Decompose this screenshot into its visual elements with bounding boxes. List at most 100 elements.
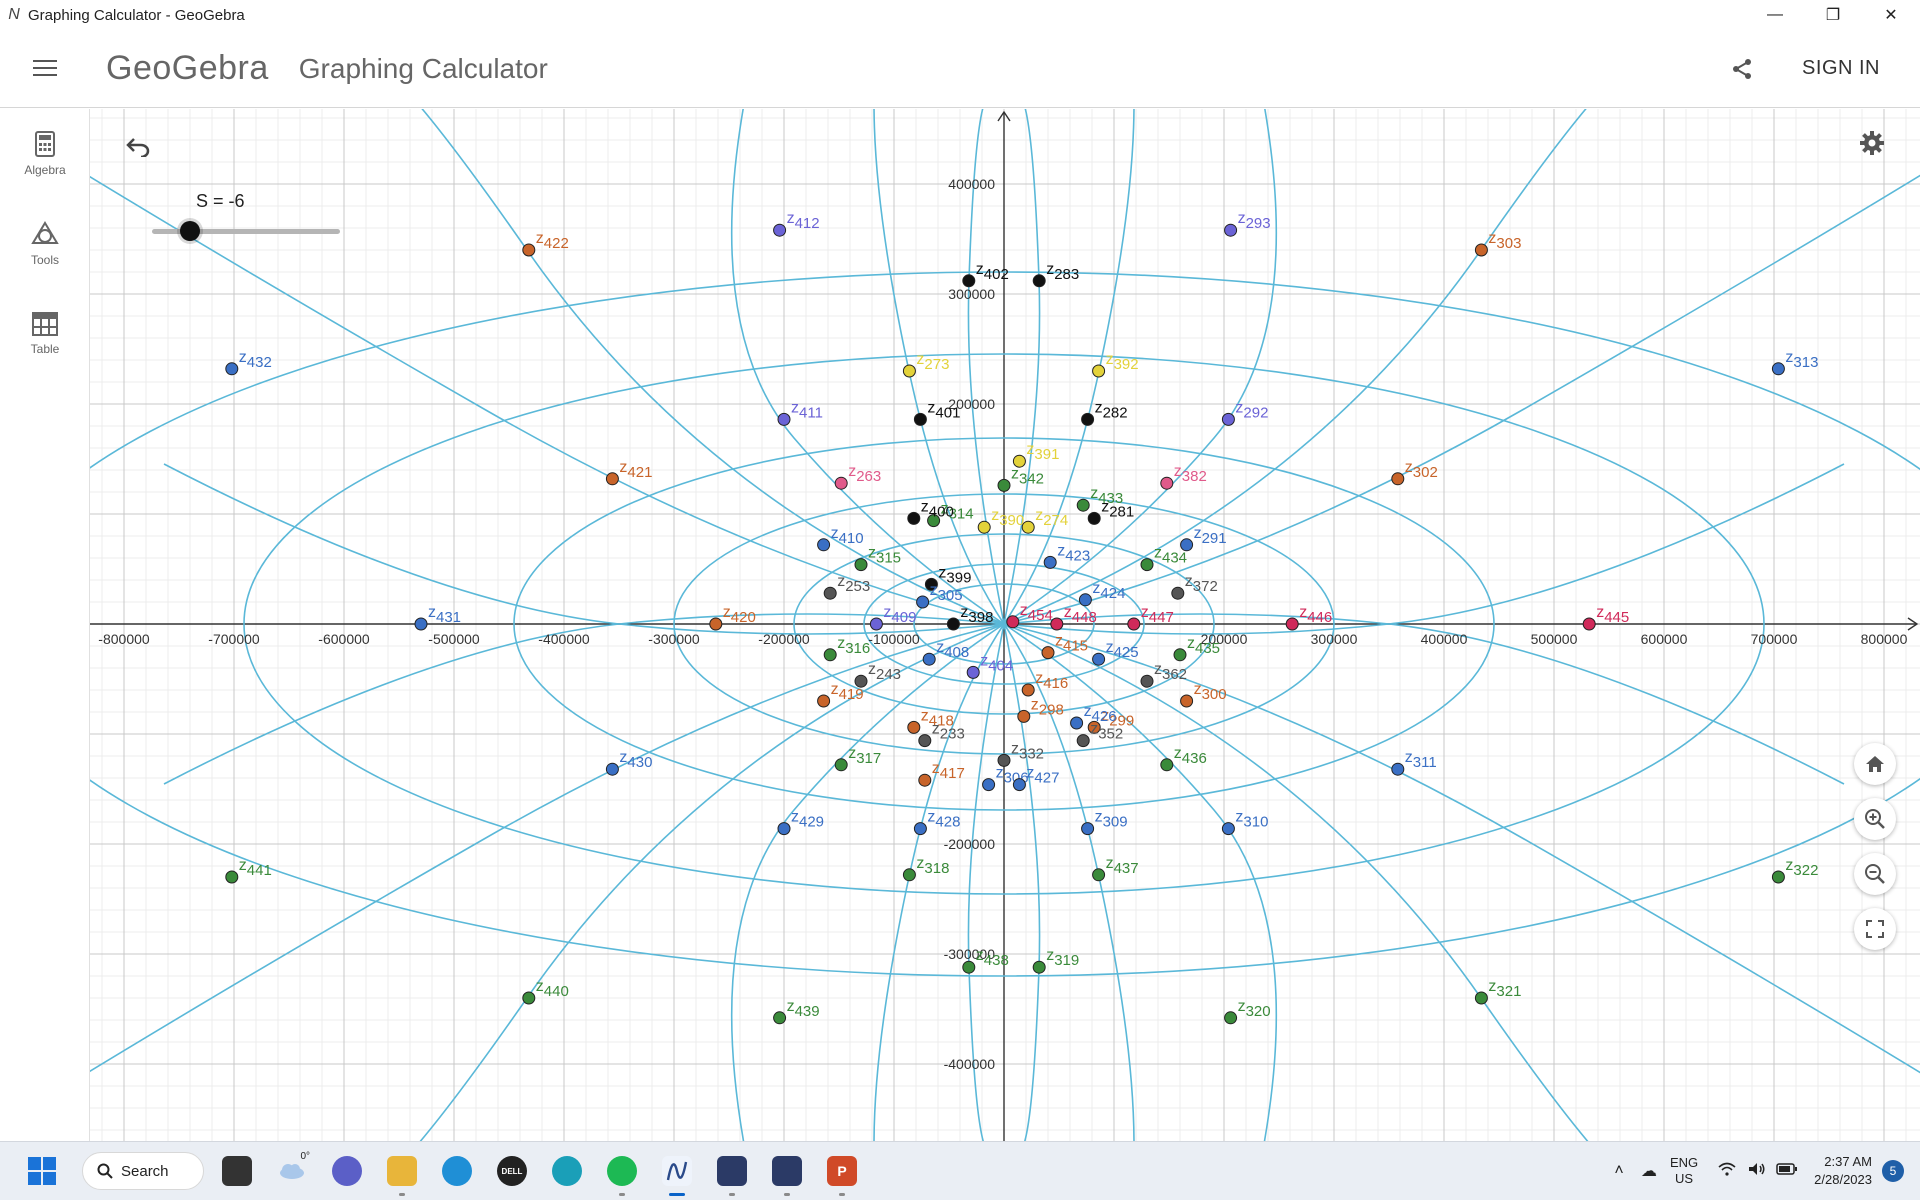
- point-marker[interactable]: [1050, 617, 1064, 631]
- taskbar-app-folder[interactable]: [380, 1149, 424, 1196]
- sidebar-item-algebra[interactable]: Algebra: [0, 109, 90, 199]
- point-marker[interactable]: [1092, 868, 1106, 882]
- taskbar-search[interactable]: Search: [82, 1152, 204, 1190]
- point-marker[interactable]: [1041, 646, 1055, 660]
- point-marker[interactable]: [1771, 362, 1785, 376]
- point-marker[interactable]: [817, 694, 831, 708]
- sidebar-item-table[interactable]: Table: [0, 289, 90, 379]
- notification-badge[interactable]: 5: [1882, 1160, 1904, 1182]
- point-marker[interactable]: [823, 586, 837, 600]
- point-marker[interactable]: [1140, 558, 1154, 572]
- point-marker[interactable]: [1180, 694, 1194, 708]
- graph-canvas[interactable]: -800000 -700000 -600000 -500000 -400000 -3000…: [90, 109, 1920, 1141]
- point-marker[interactable]: [1070, 716, 1084, 730]
- point-marker[interactable]: [918, 773, 932, 787]
- point-marker[interactable]: [1081, 822, 1095, 836]
- point-marker[interactable]: [1391, 762, 1405, 776]
- taskbar-weather[interactable]: 0°: [270, 1149, 314, 1193]
- point-marker[interactable]: [1140, 674, 1154, 688]
- undo-button[interactable]: [120, 129, 156, 165]
- point-marker[interactable]: [913, 412, 927, 426]
- point-marker[interactable]: [854, 558, 868, 572]
- point-marker[interactable]: [962, 274, 976, 288]
- taskbar-app-teams[interactable]: [325, 1149, 369, 1193]
- wifi-icon[interactable]: [1712, 1162, 1742, 1181]
- taskbar-app-file-manager[interactable]: [215, 1149, 259, 1193]
- slider-s[interactable]: S = -6: [152, 191, 352, 241]
- point-marker[interactable]: [834, 476, 848, 490]
- point-marker[interactable]: [1221, 822, 1235, 836]
- point-marker[interactable]: [1017, 709, 1031, 723]
- point-marker[interactable]: [962, 960, 976, 974]
- point-marker[interactable]: [1160, 476, 1174, 490]
- point-marker[interactable]: [902, 364, 916, 378]
- point-marker[interactable]: [522, 991, 536, 1005]
- point-marker[interactable]: [1087, 511, 1101, 525]
- point-marker[interactable]: [1032, 274, 1046, 288]
- point-marker[interactable]: [922, 652, 936, 666]
- point-marker[interactable]: [1771, 870, 1785, 884]
- point-marker[interactable]: [1012, 778, 1026, 792]
- point-marker[interactable]: [902, 868, 916, 882]
- close-window-button[interactable]: ✕: [1862, 0, 1920, 30]
- point-marker[interactable]: [522, 243, 536, 257]
- point-marker[interactable]: [605, 472, 619, 486]
- point-marker[interactable]: [1171, 586, 1185, 600]
- point-marker[interactable]: [709, 617, 723, 631]
- point-marker[interactable]: [777, 822, 791, 836]
- taskbar-app-app-dark[interactable]: [710, 1149, 754, 1196]
- point-marker[interactable]: [1092, 652, 1106, 666]
- point-marker[interactable]: [982, 778, 996, 792]
- taskbar-app-geogebra[interactable]: [655, 1149, 699, 1196]
- point-marker[interactable]: [1076, 734, 1090, 748]
- point-marker[interactable]: [1021, 520, 1035, 534]
- restore-button[interactable]: ❐: [1804, 0, 1862, 30]
- geogebra-logo[interactable]: GeoGebra: [106, 49, 269, 88]
- language-indicator[interactable]: ENG US: [1670, 1155, 1698, 1187]
- point-marker[interactable]: [1127, 617, 1141, 631]
- point-marker[interactable]: [1081, 412, 1095, 426]
- point-marker[interactable]: [997, 478, 1011, 492]
- point-marker[interactable]: [913, 822, 927, 836]
- point-marker[interactable]: [916, 595, 930, 609]
- point-marker[interactable]: [777, 412, 791, 426]
- menu-button[interactable]: [0, 30, 90, 108]
- zoom-in-button[interactable]: [1854, 798, 1896, 840]
- graphics-settings-button[interactable]: [1854, 125, 1890, 161]
- taskbar-app-circle-app[interactable]: [545, 1149, 589, 1193]
- battery-icon[interactable]: [1772, 1162, 1802, 1180]
- taskbar-app-powerpoint[interactable]: P: [820, 1149, 864, 1196]
- point-marker[interactable]: [966, 665, 980, 679]
- point-marker[interactable]: [1474, 243, 1488, 257]
- point-marker[interactable]: [977, 520, 991, 534]
- point-marker[interactable]: [1221, 412, 1235, 426]
- point-marker[interactable]: [1224, 223, 1238, 237]
- start-button[interactable]: [20, 1149, 64, 1193]
- sidebar-item-tools[interactable]: Tools: [0, 199, 90, 289]
- point-marker[interactable]: [918, 734, 932, 748]
- fullscreen-button[interactable]: [1854, 908, 1896, 950]
- graphics-view[interactable]: -800000 -700000 -600000 -500000 -400000 -3000…: [90, 109, 1920, 1141]
- chevron-up-icon[interactable]: ˄: [1604, 1162, 1634, 1180]
- point-marker[interactable]: [1173, 648, 1187, 662]
- point-marker[interactable]: [1021, 683, 1035, 697]
- point-marker[interactable]: [834, 758, 848, 772]
- point-marker[interactable]: [1391, 472, 1405, 486]
- slider-handle[interactable]: [179, 221, 200, 241]
- point-marker[interactable]: [773, 1011, 787, 1025]
- point-marker[interactable]: [1076, 498, 1090, 512]
- sign-in-button[interactable]: SIGN IN: [1802, 57, 1880, 80]
- share-button[interactable]: [1712, 39, 1772, 99]
- point-marker[interactable]: [225, 362, 239, 376]
- point-marker[interactable]: [414, 617, 428, 631]
- home-view-button[interactable]: [1854, 743, 1896, 785]
- point-marker[interactable]: [1043, 555, 1057, 569]
- point-marker[interactable]: [1078, 593, 1092, 607]
- point-marker[interactable]: [817, 538, 831, 552]
- point-marker[interactable]: [1285, 617, 1299, 631]
- taskbar-app-edge[interactable]: [435, 1149, 479, 1193]
- point-marker[interactable]: [946, 617, 960, 631]
- point-marker[interactable]: [1582, 617, 1596, 631]
- volume-icon[interactable]: [1742, 1162, 1772, 1181]
- point-marker[interactable]: [1474, 991, 1488, 1005]
